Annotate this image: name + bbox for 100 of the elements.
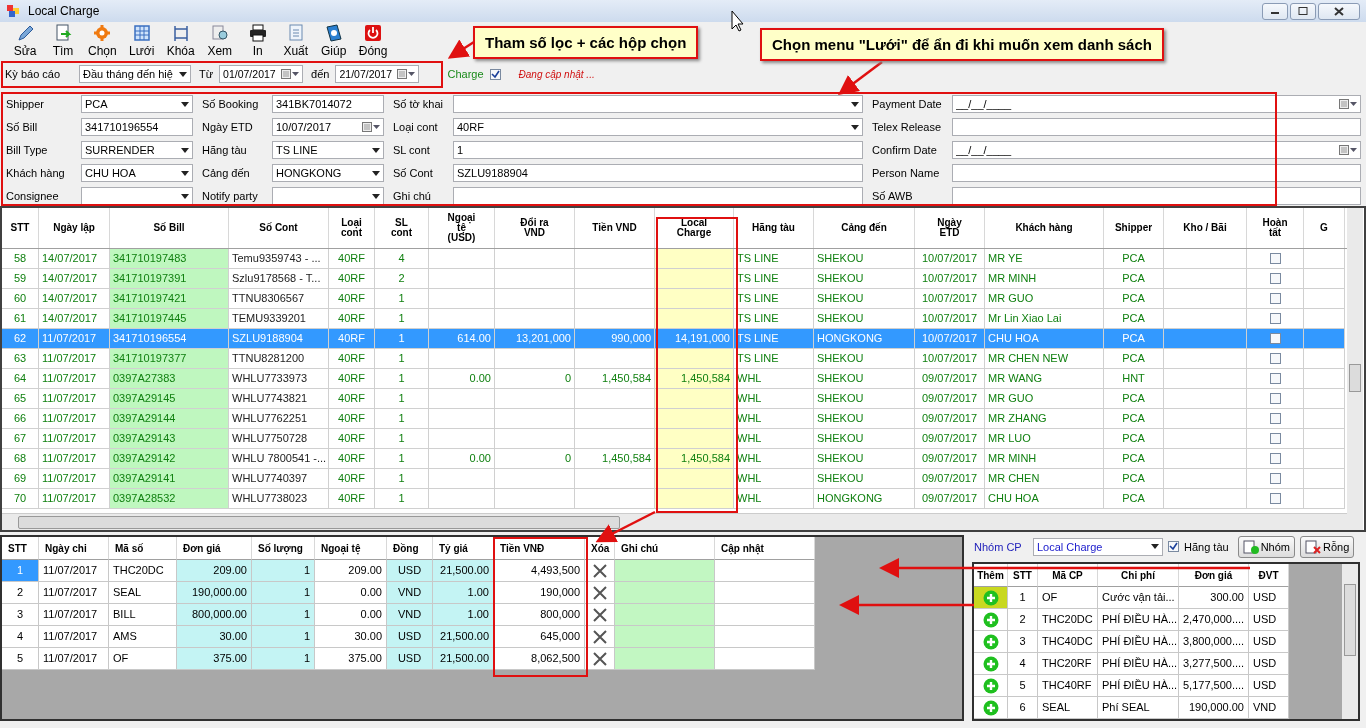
vertical-scrollbar[interactable] xyxy=(1347,208,1363,530)
checkbox[interactable] xyxy=(1269,333,1281,344)
checkbox[interactable] xyxy=(1269,353,1281,364)
toolbar-button[interactable]: Lưới xyxy=(122,22,161,60)
column-header[interactable]: Tiền VND xyxy=(575,208,655,248)
column-header[interactable]: SL cont xyxy=(375,208,429,248)
column-header[interactable]: Đổi ra VND xyxy=(495,208,575,248)
column-header[interactable]: Hãng tàu xyxy=(734,208,814,248)
date-field[interactable]: __/__/____ xyxy=(952,141,1361,159)
add-cell[interactable] xyxy=(974,587,1008,609)
delete-icon[interactable] xyxy=(592,585,607,600)
input-field[interactable]: 1 xyxy=(453,141,863,159)
column-header[interactable]: Local Charge xyxy=(655,208,734,248)
table-row[interactable]: 65 11/07/2017 0397A29145 WHLU7743821 40RF 1 WHL SHEKOU 09/07/2017 MR GUO PCA xyxy=(2,389,1347,409)
delete-icon[interactable] xyxy=(592,629,607,644)
toolbar-button[interactable]: Sửa xyxy=(6,22,44,60)
dropdown[interactable] xyxy=(453,95,863,113)
calendar-icon[interactable] xyxy=(1339,145,1357,155)
delete-icon[interactable] xyxy=(592,607,607,622)
column-header[interactable]: Số Bill xyxy=(110,208,229,248)
column-header[interactable]: G xyxy=(1304,208,1345,248)
checkbox[interactable] xyxy=(1269,293,1281,304)
maximize-button[interactable] xyxy=(1290,2,1316,20)
dropdown[interactable]: PCA xyxy=(81,95,193,113)
input-field[interactable] xyxy=(952,187,1361,205)
calendar-icon[interactable] xyxy=(397,69,416,79)
add-icon[interactable] xyxy=(982,611,999,628)
add-cell[interactable] xyxy=(974,697,1008,719)
column-header[interactable]: Khách hàng xyxy=(985,208,1104,248)
date-field[interactable]: __/__/____ xyxy=(952,95,1361,113)
group-dropdown[interactable]: Local Charge xyxy=(1033,537,1163,556)
column-header[interactable]: Hoàn tất xyxy=(1247,208,1304,248)
close-button[interactable] xyxy=(1318,2,1360,20)
add-icon[interactable] xyxy=(982,655,999,672)
column-header[interactable]: Ngày ETD xyxy=(915,208,985,248)
table-row[interactable]: 69 11/07/2017 0397A29141 WHLU7740397 40RF 1 WHL SHEKOU 09/07/2017 MR CHEN PCA xyxy=(2,469,1347,489)
calendar-icon[interactable] xyxy=(362,122,380,132)
input-field[interactable] xyxy=(453,187,863,205)
column-header[interactable]: Kho / Bãi xyxy=(1164,208,1247,248)
checkbox[interactable] xyxy=(1269,373,1281,384)
toolbar-button[interactable]: Đóng xyxy=(352,22,394,60)
group-button[interactable]: Nhóm xyxy=(1237,535,1295,558)
input-field[interactable]: 341710196554 xyxy=(81,118,193,136)
checkbox[interactable] xyxy=(1168,541,1179,552)
column-header[interactable]: STT xyxy=(2,208,39,248)
toolbar-button[interactable]: Giúp xyxy=(314,22,353,60)
checkbox[interactable] xyxy=(1269,273,1281,284)
table-row[interactable]: 64 11/07/2017 0397A27383 WHLU7733973 40RF 1 0.00 0 1,450,584 1,450,584 WHL SHEKOU 09/07/2017 MR WANG HNT xyxy=(2,369,1347,389)
column-header[interactable]: Shipper xyxy=(1104,208,1164,248)
toolbar-button[interactable]: Khóa xyxy=(160,22,201,60)
table-row[interactable]: 58 14/07/2017 341710197483 Temu9359743 - ... 40RF 4 TS LINE SHEKOU 10/07/2017 MR YE PCA xyxy=(2,249,1347,269)
calendar-icon[interactable] xyxy=(1339,99,1357,109)
checkbox[interactable] xyxy=(1269,473,1281,484)
checkbox[interactable] xyxy=(1269,453,1281,464)
checkbox[interactable] xyxy=(1269,413,1281,424)
table-row[interactable]: 63 11/07/2017 341710197377 TTNU8281200 40RF 1 TS LINE SHEKOU 10/07/2017 MR CHEN NEW PCA xyxy=(2,349,1347,369)
input-field[interactable] xyxy=(952,164,1361,182)
input-field[interactable] xyxy=(952,118,1361,136)
checkbox[interactable] xyxy=(1269,433,1281,444)
add-icon[interactable] xyxy=(982,699,999,716)
add-icon[interactable] xyxy=(982,677,999,694)
checkbox[interactable] xyxy=(1269,393,1281,404)
table-row[interactable]: 68 11/07/2017 0397A29142 WHLU 7800541 -... 40RF 1 0.00 0 1,450,584 1,450,584 WHL SHEKOU 09/07/2017 MR MINH PCA xyxy=(2,449,1347,469)
toolbar-button[interactable]: Xem xyxy=(200,22,239,60)
clear-button[interactable]: Rỗng xyxy=(1300,535,1355,558)
checkbox[interactable] xyxy=(489,68,501,80)
column-header[interactable]: Loại cont xyxy=(329,208,375,248)
dropdown[interactable]: CHU HOA xyxy=(81,164,193,182)
period-dropdown[interactable]: Đầu tháng đến hiệ xyxy=(79,65,191,83)
column-header[interactable]: Cảng đến xyxy=(814,208,915,248)
vertical-scrollbar[interactable] xyxy=(1342,564,1358,719)
dropdown[interactable] xyxy=(272,187,384,205)
dropdown[interactable]: HONGKONG xyxy=(272,164,384,182)
date-field[interactable]: 01/07/2017 xyxy=(219,65,304,83)
add-icon[interactable] xyxy=(982,633,999,650)
column-header[interactable]: Số Cont xyxy=(229,208,329,248)
dropdown[interactable]: SURRENDER xyxy=(81,141,193,159)
calendar-icon[interactable] xyxy=(281,69,300,79)
column-header[interactable]: Ngày lập xyxy=(39,208,110,248)
horizontal-scrollbar[interactable] xyxy=(2,513,1347,530)
table-row[interactable]: 67 11/07/2017 0397A29143 WHLU7750728 40RF 1 WHL SHEKOU 09/07/2017 MR LUO PCA xyxy=(2,429,1347,449)
toolbar-button[interactable]: In xyxy=(238,22,277,60)
dropdown[interactable] xyxy=(81,187,193,205)
input-field[interactable]: 341BK7014072 xyxy=(272,95,384,113)
delete-icon[interactable] xyxy=(592,563,607,578)
toolbar-button[interactable]: Chọn xyxy=(82,22,123,60)
date-field[interactable]: 21/07/2017 xyxy=(335,65,420,83)
date-field[interactable]: 10/07/2017 xyxy=(272,118,384,136)
checkbox[interactable] xyxy=(1269,253,1281,264)
checkbox[interactable] xyxy=(1269,313,1281,324)
table-row[interactable]: 60 14/07/2017 341710197421 TTNU8306567 40RF 1 TS LINE SHEKOU 10/07/2017 MR GUO PCA xyxy=(2,289,1347,309)
minimize-button[interactable] xyxy=(1262,2,1288,20)
table-row[interactable]: 70 11/07/2017 0397A28532 WHLU7738023 40RF 1 WHL HONGKONG 09/07/2017 CHU HOA PCA xyxy=(2,489,1347,509)
delete-icon[interactable] xyxy=(592,651,607,666)
table-row[interactable]: 59 14/07/2017 341710197391 Szlu9178568 - T... 40RF 2 TS LINE SHEKOU 10/07/2017 MR MINH PCA xyxy=(2,269,1347,289)
input-field[interactable]: SZLU9188904 xyxy=(453,164,863,182)
column-header[interactable]: Ngoại tệ (USD) xyxy=(429,208,495,248)
table-cell[interactable]: 5 xyxy=(2,648,39,670)
toolbar-button[interactable]: Xuất xyxy=(276,22,315,60)
table-row[interactable]: 66 11/07/2017 0397A29144 WHLU7762251 40RF 1 WHL SHEKOU 09/07/2017 MR ZHANG PCA xyxy=(2,409,1347,429)
